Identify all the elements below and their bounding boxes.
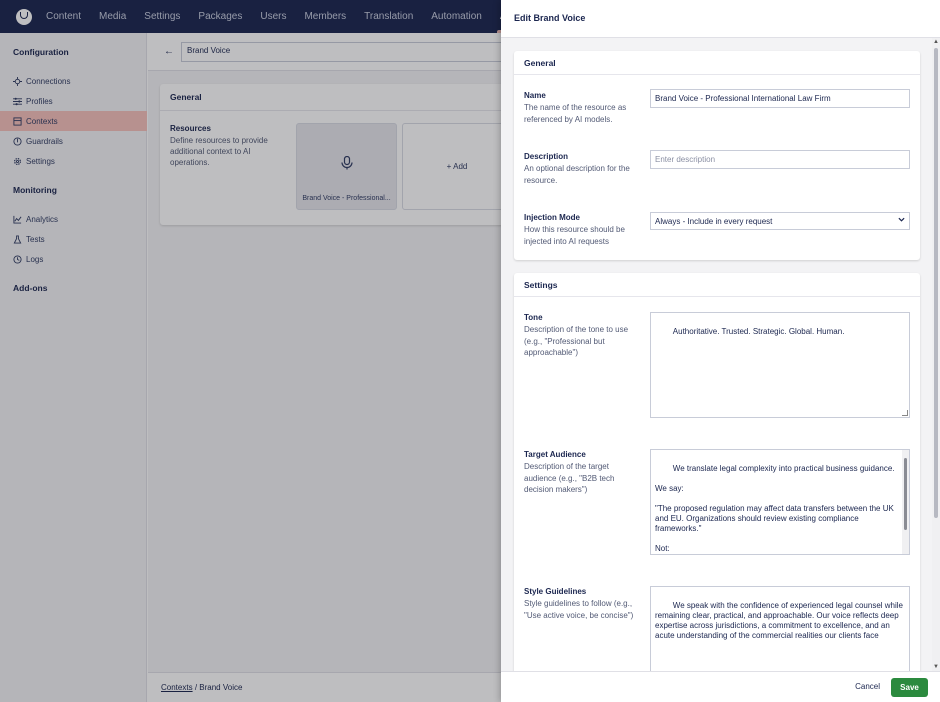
- injection-mode-description: How this resource should be injected int…: [524, 225, 625, 246]
- target-audience-label: Target Audience: [524, 450, 586, 459]
- panel-body: General Name The name of the resource as…: [501, 38, 932, 671]
- settings-section-title: Settings: [514, 273, 920, 297]
- tone-text: Authoritative. Trusted. Strategic. Globa…: [672, 327, 845, 336]
- panel-header: Edit Brand Voice: [501, 0, 940, 38]
- injection-mode-label: Injection Mode: [524, 213, 580, 222]
- panel-scrollbar[interactable]: ▲ ▼: [932, 38, 940, 671]
- style-guidelines-label: Style Guidelines: [524, 587, 587, 596]
- resize-handle-icon[interactable]: [902, 410, 908, 416]
- target-audience-property: Target Audience Description of the targe…: [524, 450, 634, 496]
- panel-footer: Cancel Save: [501, 671, 940, 702]
- modal-backdrop[interactable]: [0, 0, 501, 702]
- general-section: General Name The name of the resource as…: [514, 51, 920, 260]
- tone-label: Tone: [524, 313, 543, 322]
- injection-mode-value: Always - Include in every request: [655, 217, 773, 226]
- description-description: An optional description for the resource…: [524, 164, 630, 185]
- injection-mode-property: Injection Mode How this resource should …: [524, 213, 634, 247]
- settings-section: Settings Tone Description of the tone to…: [514, 273, 920, 671]
- description-input[interactable]: Enter description: [650, 150, 910, 169]
- style-guidelines-property: Style Guidelines Style guidelines to fol…: [524, 587, 634, 621]
- style-guidelines-textarea[interactable]: We speak with the confidence of experien…: [650, 586, 910, 671]
- target-audience-textarea[interactable]: We translate legal complexity into pract…: [650, 449, 910, 555]
- name-label: Name: [524, 91, 546, 100]
- name-property: Name The name of the resource as referen…: [524, 91, 634, 125]
- cancel-button[interactable]: Cancel: [855, 682, 880, 691]
- general-section-title: General: [514, 51, 920, 75]
- target-audience-description: Description of the target audience (e.g.…: [524, 462, 615, 494]
- scrollbar-thumb[interactable]: [934, 48, 938, 518]
- scroll-down-icon[interactable]: ▼: [933, 664, 939, 670]
- injection-mode-select[interactable]: Always - Include in every request: [650, 212, 910, 230]
- panel-title: Edit Brand Voice: [514, 13, 586, 23]
- name-description: The name of the resource as referenced b…: [524, 103, 627, 124]
- description-label: Description: [524, 152, 569, 161]
- tone-description: Description of the tone to use (e.g., "P…: [524, 325, 629, 357]
- description-property: Description An optional description for …: [524, 152, 634, 186]
- tone-property: Tone Description of the tone to use (e.g…: [524, 313, 634, 359]
- scroll-up-icon[interactable]: ▲: [933, 39, 939, 45]
- textarea-scrollbar[interactable]: [902, 450, 909, 554]
- target-audience-text: We translate legal complexity into pract…: [655, 464, 895, 553]
- tone-textarea[interactable]: Authoritative. Trusted. Strategic. Globa…: [650, 312, 910, 418]
- edit-panel: Edit Brand Voice General Name The name o…: [501, 0, 940, 702]
- style-guidelines-description: Style guidelines to follow (e.g., "Use a…: [524, 599, 634, 620]
- save-button[interactable]: Save: [891, 678, 928, 697]
- name-input[interactable]: Brand Voice - Professional International…: [650, 89, 910, 108]
- style-guidelines-text: We speak with the confidence of experien…: [655, 601, 906, 640]
- chevron-down-icon: [898, 216, 905, 225]
